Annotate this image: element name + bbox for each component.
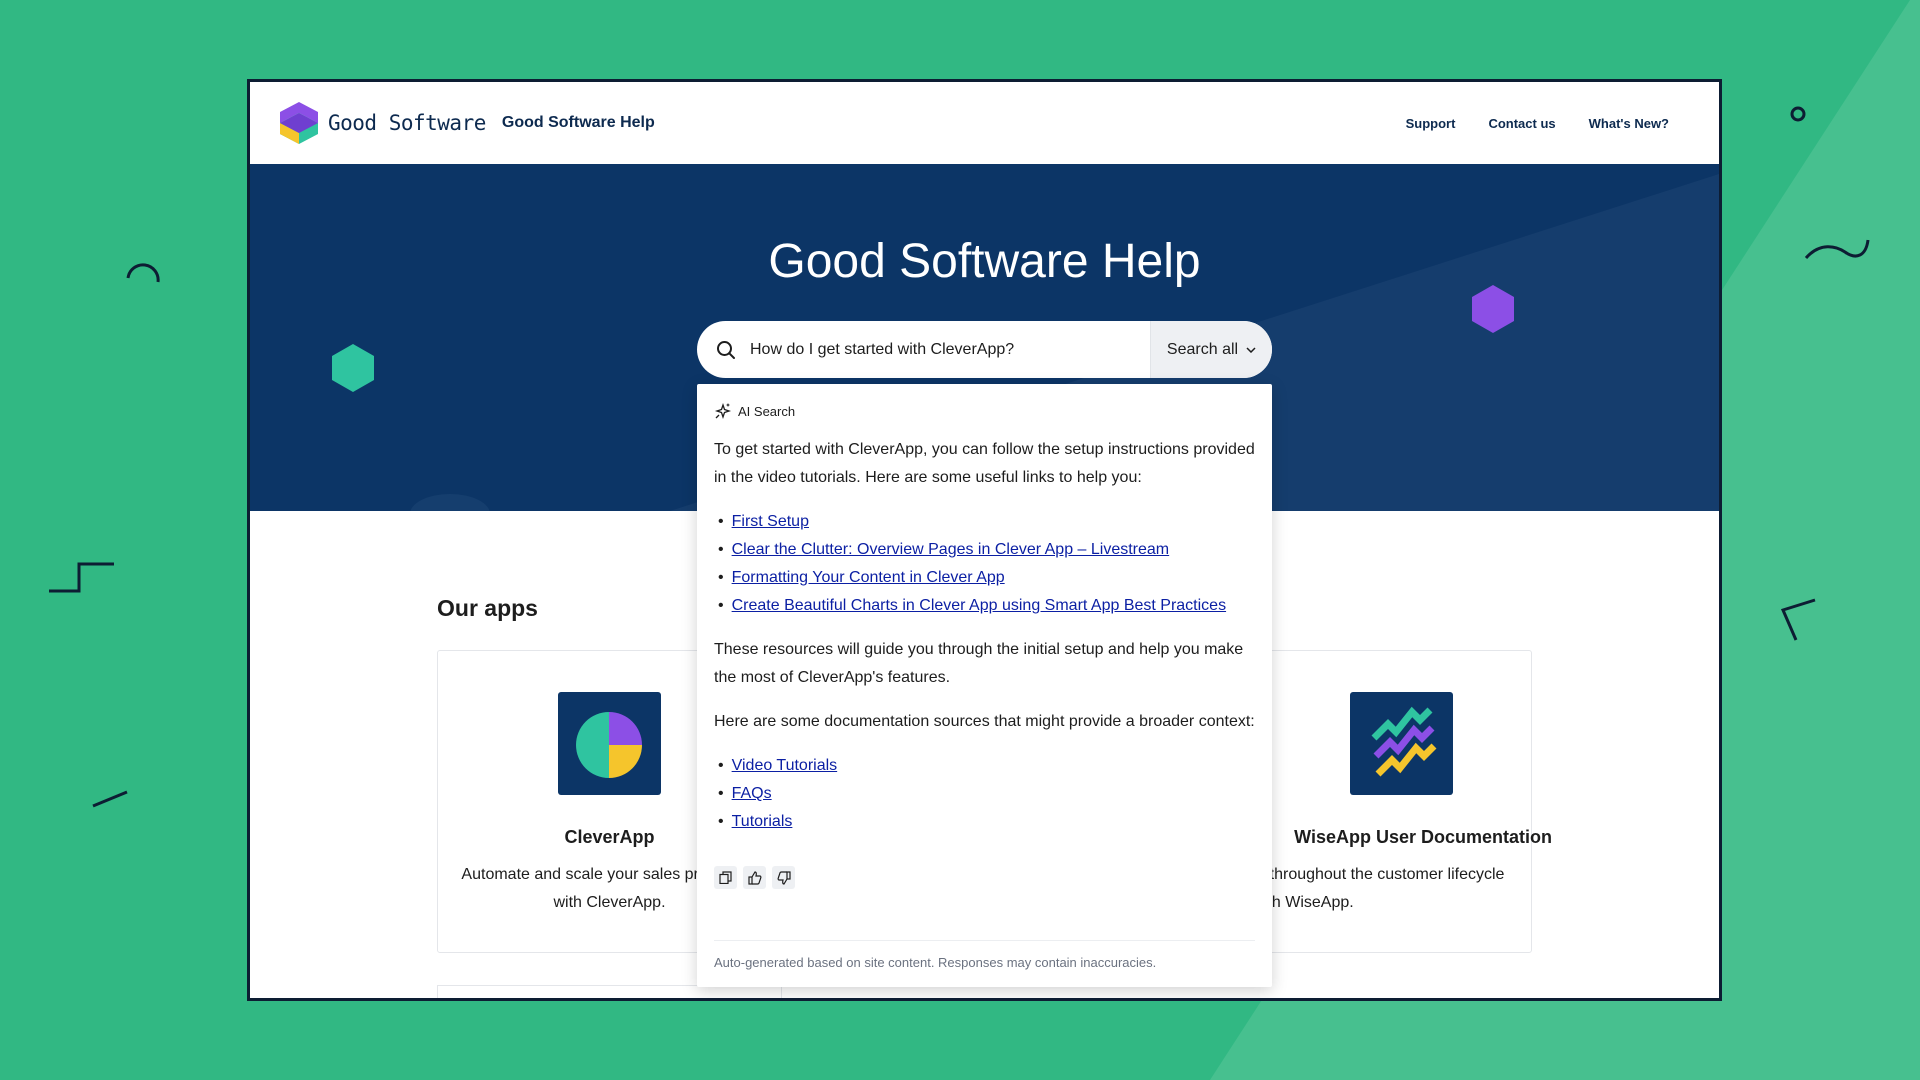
site-title[interactable]: Good Software Help (502, 114, 655, 132)
thumbs-up-icon (747, 870, 761, 885)
list-item: Video Tutorials (718, 752, 1255, 780)
nav-links: Support Contact us What's New? (1406, 116, 1669, 131)
link-first-setup[interactable]: First Setup (732, 508, 809, 536)
nav-whats-new-link[interactable]: What's New? (1589, 116, 1669, 131)
good-software-logo-icon[interactable] (280, 102, 318, 144)
search-icon (717, 340, 735, 359)
nav-support-link[interactable]: Support (1406, 116, 1456, 131)
wiseapp-zigzag-icon (1350, 692, 1453, 795)
list-item: First Setup (718, 508, 1255, 536)
search-scope-label: Search all (1166, 340, 1239, 358)
thumbs-up-button[interactable] (743, 866, 766, 889)
list-item: Formatting Your Content in Clever App (718, 564, 1255, 592)
copy-icon (719, 871, 732, 884)
app-card-partial[interactable] (437, 985, 782, 998)
ai-answer-middle: These resources will guide you through t… (714, 641, 1244, 686)
copy-button[interactable] (714, 866, 737, 889)
link-video-tutorials[interactable]: Video Tutorials (732, 752, 838, 780)
list-item: Tutorials (718, 808, 1255, 836)
list-item: Clear the Clutter: Overview Pages in Cle… (718, 536, 1255, 564)
link-formatting-content[interactable]: Formatting Your Content in Clever App (732, 564, 1005, 592)
link-faqs[interactable]: FAQs (732, 780, 772, 808)
nav-contact-link[interactable]: Contact us (1488, 116, 1555, 131)
search-scope-dropdown[interactable]: Search all (1150, 321, 1272, 378)
chevron-down-icon (1246, 346, 1256, 353)
section-title: Our apps (437, 595, 538, 621)
sparkle-icon (714, 402, 732, 420)
top-navigation: Good Software Good Software Help Support… (250, 82, 1719, 164)
ai-search-header: AI Search (714, 402, 1255, 420)
hero-title: Good Software Help (768, 235, 1201, 288)
brand-name[interactable]: Good Software (328, 111, 486, 135)
purple-hexagon-icon (1472, 285, 1514, 333)
list-item: Create Beautiful Charts in Clever App us… (718, 592, 1255, 620)
thumbs-down-icon (777, 870, 791, 885)
list-item: FAQs (718, 780, 1255, 808)
cleverapp-pie-icon (558, 692, 661, 795)
ai-search-label: AI Search (738, 403, 796, 419)
search-bar: Search all (697, 321, 1272, 378)
ai-disclaimer: Auto-generated based on site content. Re… (714, 940, 1255, 970)
ai-sources-intro: Here are some documentation sources that… (714, 713, 1255, 730)
browser-frame: Good Software Good Software Help Support… (247, 79, 1722, 1001)
ai-answer-intro: To get started with CleverApp, you can f… (714, 441, 1255, 486)
thumbs-down-button[interactable] (772, 866, 795, 889)
ai-sources-list: Video Tutorials FAQs Tutorials (714, 752, 1255, 836)
search-input[interactable] (750, 340, 1150, 359)
ai-search-dropdown: AI Search To get started with CleverApp,… (697, 384, 1272, 987)
ai-links-list: First Setup Clear the Clutter: Overview … (714, 508, 1255, 620)
green-hexagon-icon (332, 344, 374, 392)
feedback-toolbar (714, 866, 1255, 889)
link-beautiful-charts[interactable]: Create Beautiful Charts in Clever App us… (732, 592, 1226, 620)
link-clear-clutter[interactable]: Clear the Clutter: Overview Pages in Cle… (732, 536, 1170, 564)
link-tutorials[interactable]: Tutorials (732, 808, 793, 836)
